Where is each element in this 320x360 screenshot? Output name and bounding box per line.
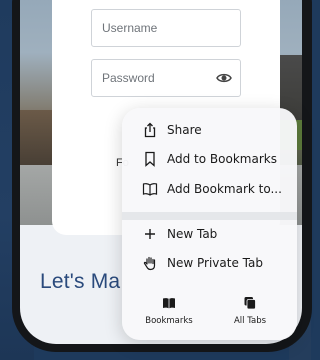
password-field[interactable]: Password <box>91 59 241 97</box>
plus-icon <box>145 229 155 239</box>
menu-item-new-private-tab[interactable]: New Private Tab <box>122 251 297 275</box>
menu-item-label: Share <box>167 123 202 137</box>
share-icon <box>144 122 156 138</box>
menu-item-label: Add Bookmark to... <box>167 182 282 196</box>
browser-menu: Share Add to Bookmarks Add Bookmark to..… <box>122 108 297 340</box>
menu-item-add-to-bookmarks[interactable]: Add to Bookmarks <box>122 147 297 171</box>
toolbar-bookmarks-button[interactable]: Bookmarks <box>134 296 204 326</box>
password-placeholder: Password <box>102 71 155 85</box>
menu-item-add-bookmark-to[interactable]: Add Bookmark to... <box>122 177 297 201</box>
menu-item-new-tab[interactable]: New Tab <box>122 222 297 246</box>
menu-item-label: New Private Tab <box>167 256 263 270</box>
hand-icon <box>143 256 156 271</box>
toolbar-all-tabs-button[interactable]: All Tabs <box>215 296 285 326</box>
tabs-icon <box>244 297 256 310</box>
menu-item-label: New Tab <box>167 227 218 241</box>
username-field[interactable]: Username <box>91 9 241 47</box>
headline-text: Let's Ma <box>40 270 121 293</box>
toolbar-label: Bookmarks <box>145 316 193 326</box>
toolbar-label: All Tabs <box>233 316 267 326</box>
username-placeholder: Username <box>102 21 158 35</box>
menu-separator <box>122 212 297 220</box>
eye-icon[interactable] <box>216 70 232 86</box>
book-icon <box>142 183 158 196</box>
bookmarks-book-icon <box>163 298 175 309</box>
bookmark-icon <box>145 151 155 167</box>
menu-item-label: Add to Bookmarks <box>167 152 277 166</box>
menu-item-share[interactable]: Share <box>122 118 297 142</box>
